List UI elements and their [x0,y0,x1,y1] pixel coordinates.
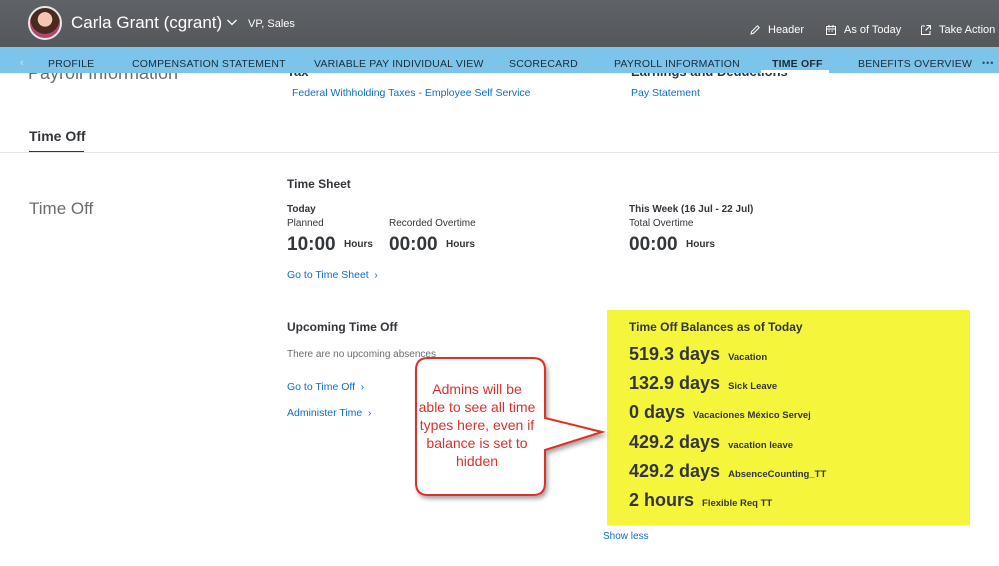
callout-bubble [415,357,606,496]
callout-text: Admins will be able to see all time type… [418,381,536,469]
